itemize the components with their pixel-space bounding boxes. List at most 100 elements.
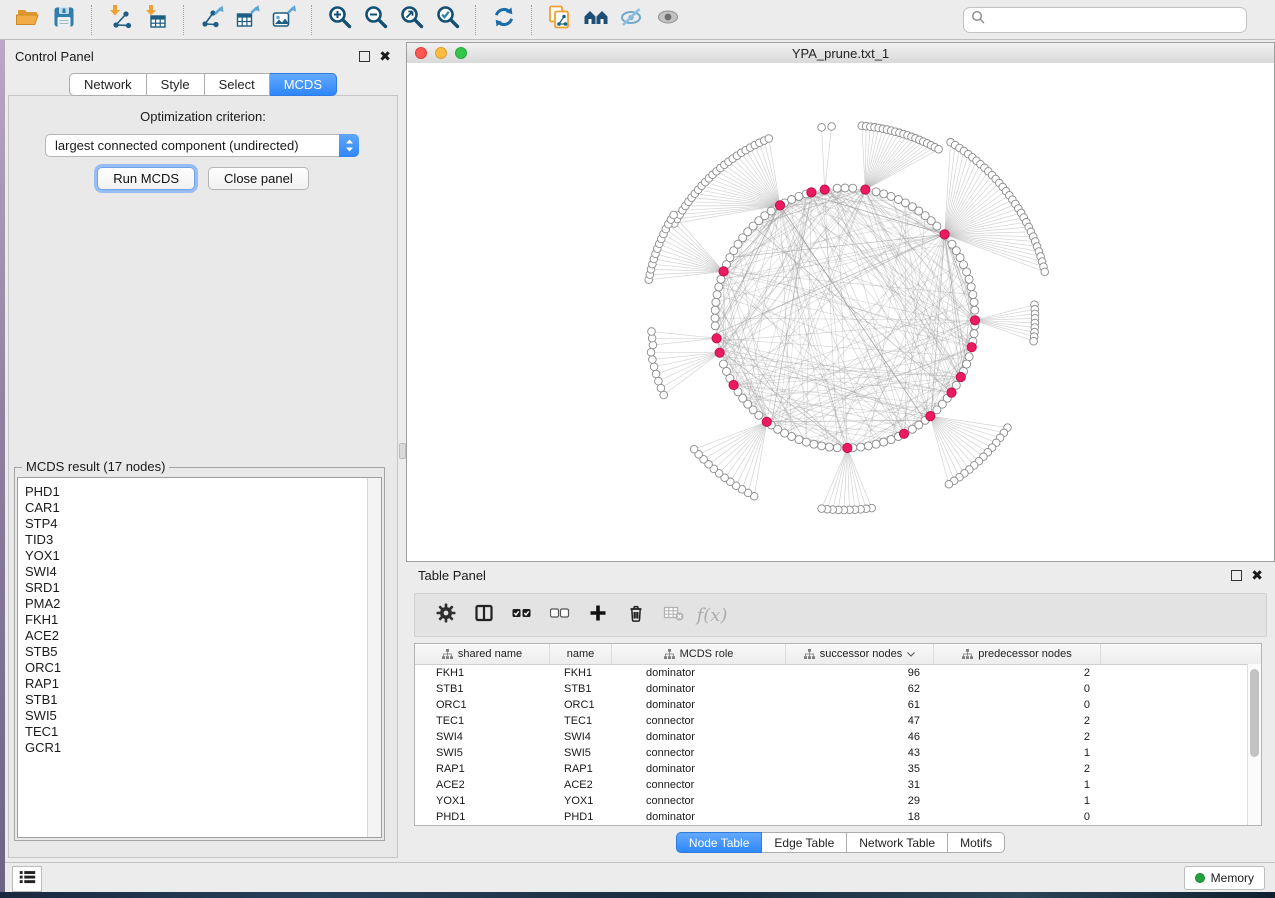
maximize-window-icon[interactable] bbox=[455, 47, 467, 59]
mcds-result-item[interactable]: GCR1 bbox=[25, 740, 367, 756]
optimization-criterion-select[interactable]: largest connected component (undirected) bbox=[45, 134, 359, 157]
task-history-button[interactable] bbox=[12, 866, 42, 892]
control-panel-tabs: NetworkStyleSelectMCDS bbox=[69, 73, 337, 96]
table-row[interactable]: RAP1RAP1dominator352 bbox=[415, 761, 1261, 777]
function-builder-button[interactable]: f(x) bbox=[693, 598, 731, 632]
memory-button[interactable]: Memory bbox=[1184, 866, 1265, 890]
import-network-button[interactable] bbox=[102, 4, 138, 36]
close-table-panel-icon[interactable]: ✖ bbox=[1251, 568, 1263, 582]
run-mcds-button[interactable]: Run MCDS bbox=[97, 167, 195, 190]
column-header-successor-nodes[interactable]: successor nodes bbox=[786, 644, 934, 664]
tab-style[interactable]: Style bbox=[147, 73, 205, 96]
select-all-button[interactable] bbox=[503, 598, 541, 632]
table-row[interactable]: TEC1TEC1connector472 bbox=[415, 713, 1261, 729]
search-box[interactable] bbox=[963, 7, 1247, 33]
mcds-list-scrollbar[interactable] bbox=[367, 478, 381, 837]
list-icon bbox=[17, 867, 37, 892]
table-scrollbar-thumb[interactable] bbox=[1250, 669, 1259, 757]
delete-column-button[interactable] bbox=[617, 598, 655, 632]
clone-network-icon bbox=[547, 4, 573, 35]
mcds-result-item[interactable]: PMA2 bbox=[25, 596, 367, 612]
mcds-result-item[interactable]: ORC1 bbox=[25, 660, 367, 676]
column-header-mcds-role[interactable]: MCDS role bbox=[612, 644, 786, 664]
table-row[interactable]: SWI4SWI4dominator462 bbox=[415, 729, 1261, 745]
table-delete-icon bbox=[663, 603, 685, 628]
mcds-result-item[interactable]: CAR1 bbox=[25, 500, 367, 516]
table-row[interactable]: ORC1ORC1dominator610 bbox=[415, 697, 1261, 713]
table-row[interactable]: FKH1FKH1dominator962 bbox=[415, 665, 1261, 681]
delete-table-button[interactable] bbox=[655, 598, 693, 632]
first-neighbors-button[interactable] bbox=[578, 4, 614, 36]
table-row[interactable]: YOX1YOX1connector291 bbox=[415, 793, 1261, 809]
tab-network[interactable]: Network bbox=[69, 73, 147, 96]
search-input[interactable] bbox=[990, 12, 1239, 28]
export-table-button[interactable] bbox=[230, 4, 266, 36]
mcds-result-item[interactable]: FKH1 bbox=[25, 612, 367, 628]
add-column-button[interactable] bbox=[579, 598, 617, 632]
network-graph[interactable] bbox=[407, 63, 1274, 561]
mcds-result-item[interactable]: STB5 bbox=[25, 644, 367, 660]
mcds-result-item[interactable]: PHD1 bbox=[25, 484, 367, 500]
tab-network-table[interactable]: Network Table bbox=[847, 832, 948, 853]
splitter-handle[interactable] bbox=[399, 443, 406, 459]
minimize-window-icon[interactable] bbox=[435, 47, 447, 59]
optimization-criterion-label: Optimization criterion: bbox=[9, 109, 397, 124]
zoom-out-button[interactable] bbox=[358, 4, 394, 36]
column-header-shared-name[interactable]: shared name bbox=[415, 644, 550, 664]
mcds-result-item[interactable]: SRD1 bbox=[25, 580, 367, 596]
table-row[interactable]: PHD1PHD1dominator180 bbox=[415, 809, 1261, 825]
float-table-panel-icon[interactable] bbox=[1231, 570, 1242, 581]
zoom-fit-button[interactable] bbox=[394, 4, 430, 36]
column-header-filler bbox=[1101, 644, 1261, 664]
network-window-titlebar[interactable]: YPA_prune.txt_1 bbox=[407, 43, 1274, 64]
tab-edge-table[interactable]: Edge Table bbox=[762, 832, 847, 853]
mcds-result-item[interactable]: TID3 bbox=[25, 532, 367, 548]
zoom-fit-icon bbox=[399, 4, 425, 35]
table-toolbar: f(x) bbox=[414, 593, 1267, 637]
tab-mcds[interactable]: MCDS bbox=[270, 73, 337, 96]
close-window-icon[interactable] bbox=[415, 47, 427, 59]
node-table: shared namenameMCDS rolesuccessor nodesp… bbox=[414, 643, 1262, 826]
mcds-result-item[interactable]: RAP1 bbox=[25, 676, 367, 692]
close-panel-icon[interactable]: ✖ bbox=[379, 49, 391, 63]
zoom-selected-button[interactable] bbox=[430, 4, 466, 36]
table-row[interactable]: SWI5SWI5connector431 bbox=[415, 745, 1261, 761]
mcds-result-item[interactable]: ACE2 bbox=[25, 628, 367, 644]
export-network-button[interactable] bbox=[194, 4, 230, 36]
table-scrollbar[interactable] bbox=[1247, 664, 1261, 825]
clone-network-button[interactable] bbox=[542, 4, 578, 36]
refresh-layout-button[interactable] bbox=[486, 4, 522, 36]
network-canvas[interactable] bbox=[407, 63, 1274, 561]
toolbar-separator bbox=[311, 5, 313, 35]
tab-select[interactable]: Select bbox=[205, 73, 270, 96]
mcds-result-item[interactable]: SWI4 bbox=[25, 564, 367, 580]
save-session-button[interactable] bbox=[46, 4, 82, 36]
tab-node-table[interactable]: Node Table bbox=[676, 832, 763, 853]
float-panel-icon[interactable] bbox=[359, 51, 370, 62]
export-image-button[interactable] bbox=[266, 4, 302, 36]
search-icon bbox=[971, 10, 985, 29]
import-table-button[interactable] bbox=[138, 4, 174, 36]
open-file-button[interactable] bbox=[10, 4, 46, 36]
column-header-name[interactable]: name bbox=[550, 644, 612, 664]
column-visibility-button[interactable] bbox=[465, 598, 503, 632]
mcds-result-item[interactable]: STP4 bbox=[25, 516, 367, 532]
table-row[interactable]: ACE2ACE2connector311 bbox=[415, 777, 1261, 793]
floppy-disk-icon bbox=[51, 4, 77, 35]
mcds-result-item[interactable]: YOX1 bbox=[25, 548, 367, 564]
table-row[interactable]: STB1STB1dominator620 bbox=[415, 681, 1261, 697]
tab-motifs[interactable]: Motifs bbox=[948, 832, 1005, 853]
table-settings-button[interactable] bbox=[427, 598, 465, 632]
hide-graphics-button[interactable] bbox=[614, 4, 650, 36]
close-panel-button[interactable]: Close panel bbox=[208, 167, 309, 190]
import-network-icon bbox=[107, 4, 133, 35]
mcds-result-list[interactable]: PHD1CAR1STP4TID3YOX1SWI4SRD1PMA2FKH1ACE2… bbox=[18, 478, 367, 837]
show-graphics-button[interactable] bbox=[650, 4, 686, 36]
network-view-window: YPA_prune.txt_1 bbox=[406, 42, 1275, 562]
deselect-all-button[interactable] bbox=[541, 598, 579, 632]
column-header-predecessor-nodes[interactable]: predecessor nodes bbox=[934, 644, 1101, 664]
mcds-result-item[interactable]: STB1 bbox=[25, 692, 367, 708]
mcds-result-item[interactable]: TEC1 bbox=[25, 724, 367, 740]
zoom-in-button[interactable] bbox=[322, 4, 358, 36]
mcds-result-item[interactable]: SWI5 bbox=[25, 708, 367, 724]
